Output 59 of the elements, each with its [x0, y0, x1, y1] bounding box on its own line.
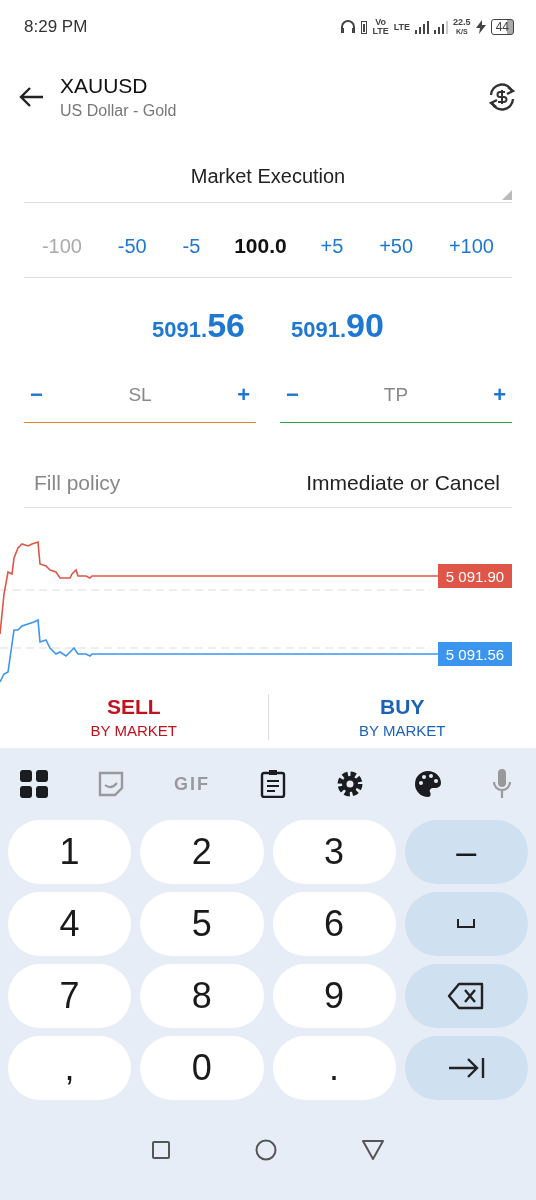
headphones-icon: [340, 19, 357, 35]
stop-level-field[interactable]: − SL +: [24, 368, 256, 423]
keyboard-key[interactable]: –: [404, 820, 528, 884]
stop-label: SL: [128, 384, 152, 406]
volume-step-button[interactable]: +100: [446, 230, 496, 262]
price-tag: 5 091.90: [438, 564, 512, 588]
increase-button[interactable]: +: [487, 382, 512, 408]
volume-step-button[interactable]: +5: [318, 230, 346, 262]
keyboard-key[interactable]: ,: [8, 1036, 132, 1100]
battery-saver-icon: [361, 20, 368, 34]
keyboard-key[interactable]: 5: [140, 892, 264, 956]
back-arrow-icon[interactable]: [18, 86, 44, 108]
fill-policy-dropdown[interactable]: Fill policy Immediate or Cancel: [24, 459, 512, 508]
signal-icon: [415, 20, 430, 34]
volume-step-button[interactable]: -50: [115, 230, 149, 262]
price-quote: 5091.90: [291, 305, 384, 345]
back-icon[interactable]: [361, 1140, 384, 1160]
stop-level-field[interactable]: − TP +: [280, 368, 512, 423]
keyboard-key[interactable]: 0: [140, 1036, 264, 1100]
keyboard-key[interactable]: 4: [8, 892, 132, 956]
keyboard-key[interactable]: 8: [140, 964, 264, 1028]
stop-label: TP: [383, 384, 409, 406]
charging-icon: [475, 20, 486, 34]
order-type-dropdown[interactable]: Market Execution: [24, 150, 512, 203]
keyboard-key[interactable]: 1: [8, 820, 132, 884]
decrease-button[interactable]: −: [280, 382, 305, 408]
dropdown-corner-icon: [502, 190, 512, 200]
order-button[interactable]: BUY BY MARKET: [268, 694, 536, 740]
volume-step-button[interactable]: -5: [180, 230, 203, 262]
keyboard-key[interactable]: 7: [8, 964, 132, 1028]
decrease-button[interactable]: −: [24, 382, 49, 408]
increase-button[interactable]: +: [231, 382, 256, 408]
clipboard-icon[interactable]: [260, 770, 286, 798]
apps-grid-icon[interactable]: [20, 770, 48, 798]
status-time: 8:29 PM: [24, 17, 88, 37]
symbol-description: US Dollar - Gold: [60, 102, 178, 120]
keyboard-key[interactable]: 6: [272, 892, 396, 956]
lte-indicator: LTE: [393, 22, 411, 32]
volte-indicator: Vo LTE: [372, 18, 389, 36]
palette-icon[interactable]: [414, 770, 442, 798]
home-icon[interactable]: [255, 1139, 277, 1161]
keyboard-key[interactable]: 9: [272, 964, 396, 1028]
keyboard-key[interactable]: .: [272, 1036, 396, 1100]
keyboard-key[interactable]: 2: [140, 820, 264, 884]
volume-value: 100.0: [234, 234, 287, 258]
settings-icon[interactable]: [336, 770, 364, 798]
order-button[interactable]: SELL BY MARKET: [0, 694, 269, 740]
keyboard-key[interactable]: 3: [272, 820, 396, 884]
signal-icon: [434, 20, 449, 34]
price-tag: 5 091.56: [438, 642, 512, 666]
recent-apps-icon[interactable]: [152, 1141, 171, 1159]
volume-step-button[interactable]: +50: [377, 230, 416, 262]
backspace-icon: [447, 982, 486, 1010]
price-quote: 5091.56: [152, 305, 245, 345]
arrow-to-bar-icon: [447, 1057, 486, 1079]
symbol-title: XAUUSD: [60, 74, 149, 98]
battery-indicator: 44: [490, 19, 514, 35]
space-bar-icon: [457, 919, 476, 929]
exchange-icon[interactable]: [486, 81, 518, 113]
